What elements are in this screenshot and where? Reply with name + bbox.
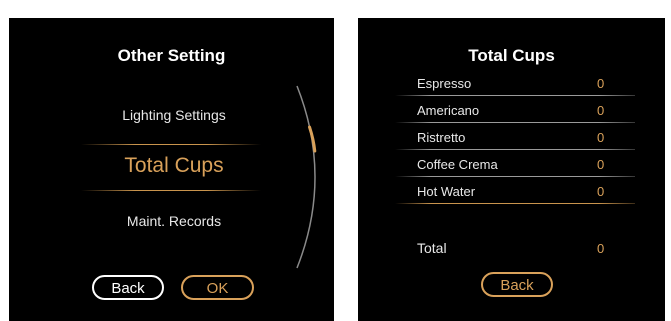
selection-divider-bottom bbox=[81, 190, 261, 191]
scroll-track bbox=[296, 85, 316, 269]
back-button[interactable]: Back bbox=[92, 275, 164, 300]
row-value: 0 bbox=[597, 184, 605, 199]
cup-count-row-coffee-crema: Coffee Crema 0 bbox=[395, 155, 635, 177]
row-name: Coffee Crema bbox=[417, 157, 498, 172]
cup-count-row-americano: Americano 0 bbox=[395, 101, 635, 123]
row-value: 0 bbox=[597, 76, 605, 91]
row-divider bbox=[395, 122, 635, 123]
scroll-indicator[interactable] bbox=[289, 82, 329, 272]
row-name: Americano bbox=[417, 103, 480, 118]
row-divider bbox=[395, 95, 635, 96]
screen-title: Total Cups bbox=[468, 46, 555, 65]
cup-count-row-espresso: Espresso 0 bbox=[395, 74, 635, 96]
cup-count-row-hot-water: Hot Water 0 bbox=[395, 182, 635, 204]
row-name: Hot Water bbox=[417, 184, 476, 199]
row-divider bbox=[395, 203, 635, 204]
row-divider bbox=[395, 176, 635, 177]
screen-title: Other Setting bbox=[117, 46, 226, 65]
total-cups-screen: Total Cups Espresso 0 Americano 0 Ristre… bbox=[358, 18, 665, 321]
total-label: Total bbox=[417, 240, 447, 256]
back-button[interactable]: Back bbox=[481, 272, 553, 297]
total-value: 0 bbox=[597, 241, 605, 256]
scroll-thumb[interactable] bbox=[308, 125, 317, 153]
selection-divider-top bbox=[81, 144, 261, 145]
cup-count-row-ristretto: Ristretto 0 bbox=[395, 128, 635, 150]
row-value: 0 bbox=[597, 157, 605, 172]
row-divider bbox=[395, 149, 635, 150]
ok-button[interactable]: OK bbox=[181, 275, 254, 300]
row-value: 0 bbox=[597, 130, 605, 145]
row-name: Ristretto bbox=[417, 130, 466, 145]
other-setting-screen: Other Setting Lighting Settings Total Cu… bbox=[9, 18, 334, 321]
row-value: 0 bbox=[597, 103, 605, 118]
row-name: Espresso bbox=[417, 76, 472, 91]
